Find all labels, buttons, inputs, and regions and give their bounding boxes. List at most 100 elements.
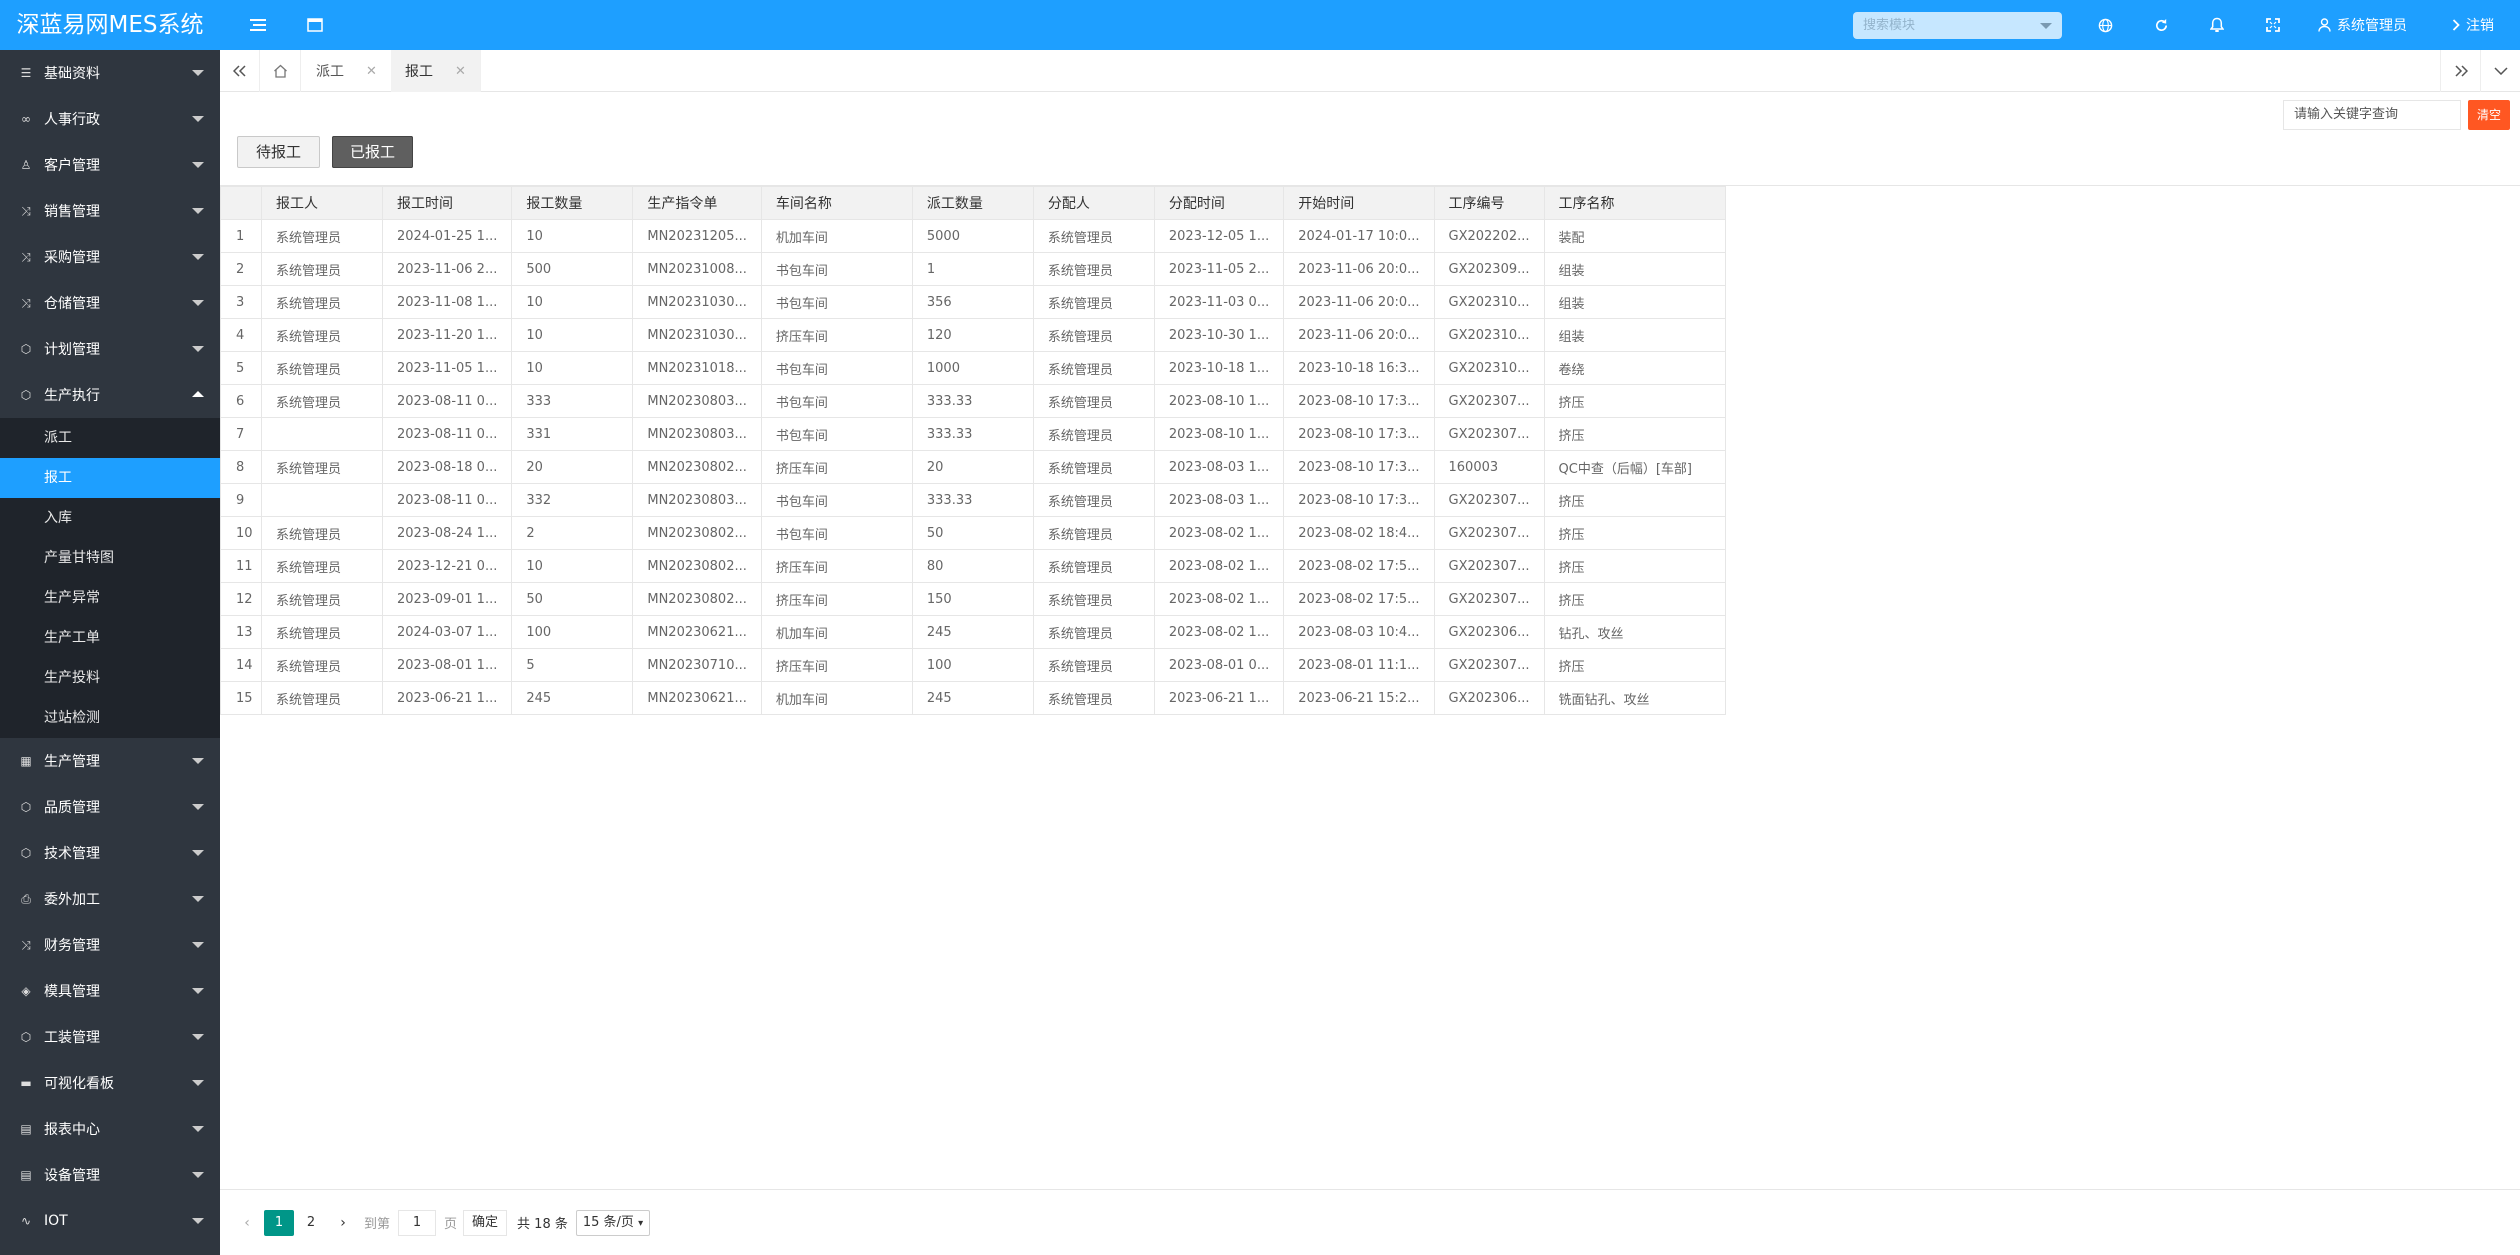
sidebar-item-mold[interactable]: ◈ 模具管理 [0,968,220,1014]
tab-dispatch[interactable]: 派工 ✕ [302,50,392,92]
table-cell: 书包车间 [760,285,913,319]
sidebar-item-basic-data[interactable]: ☰ 基础资料 [0,50,220,96]
sidebar-item-finance[interactable]: ⤨ 财务管理 [0,922,220,968]
globe-icon[interactable] [2094,0,2116,50]
table-row[interactable]: 11 系统管理员 2023-12-21 0... 10 MN20230802... 挤压车… [220,549,1726,583]
table-row[interactable]: 3 系统管理员 2023-11-08 1... 10 MN20231030... 书包车间… [220,285,1726,319]
table-row[interactable]: 1 系统管理员 2024-01-25 1... 10 MN20231205... 机加车间… [220,219,1726,253]
table-row[interactable]: 4 系统管理员 2023-11-20 1... 10 MN20231030... 挤压车间… [220,318,1726,352]
column-header[interactable]: 生产指令单 [632,186,762,220]
column-header[interactable]: 分配人 [1032,186,1155,220]
bell-icon[interactable] [2206,0,2228,50]
sidebar-item-warehouse[interactable]: ⤨ 仓储管理 [0,280,220,326]
sidebar-item-dashboard[interactable]: ▬ 可视化看板 [0,1060,220,1106]
tabs-scroll-right-icon[interactable] [2440,50,2480,92]
sidebar-subitem-exception[interactable]: 生产异常 [0,578,220,618]
table-row[interactable]: 15 系统管理员 2023-06-21 1... 245 MN20230621... 机加… [220,681,1726,715]
pending-report-button[interactable]: 待报工 [237,136,320,168]
sidebar-item-hr[interactable]: ∞ 人事行政 [0,96,220,142]
sidebar-item-label: 技术管理 [44,846,100,862]
table-row[interactable]: 2 系统管理员 2023-11-06 2... 500 MN20231008... 书包车… [220,252,1726,286]
sidebar-item-plan[interactable]: ⬡ 计划管理 [0,326,220,372]
sidebar-item-iot[interactable]: ∿ IOT [0,1198,220,1244]
sidebar-subitem-workorder[interactable]: 生产工单 [0,618,220,658]
sidebar-subitem-gantt[interactable]: 产量甘特图 [0,538,220,578]
user-menu[interactable]: 系统管理员 [2318,0,2407,50]
table-row[interactable]: 14 系统管理员 2023-08-01 1... 5 MN20230710... 挤压车间… [220,648,1726,682]
sidebar-item-tech[interactable]: ⬡ 技术管理 [0,830,220,876]
table-row[interactable]: 5 系统管理员 2023-11-05 1... 10 MN20231018... 书包车间… [220,351,1726,385]
table-cell: 挤压车间 [760,648,913,682]
sidebar-subitem-inspection[interactable]: 过站检测 [0,698,220,738]
table-row[interactable]: 7 2023-08-11 0... 331 MN20230803... 书包车间 333.… [220,417,1726,451]
column-header[interactable]: 报工时间 [381,186,513,220]
table-cell: 系统管理员 [261,252,383,286]
chevron-down-icon[interactable] [2480,50,2520,92]
table-cell: 挤压 [1543,384,1726,418]
column-header[interactable]: 车间名称 [760,186,913,220]
column-header[interactable]: 报工数量 [511,186,634,220]
table-cell: 5000 [911,219,1034,253]
table-cell: 10 [511,318,634,352]
column-header[interactable]: 报工人 [261,186,383,220]
list-icon: ☰ [20,66,32,80]
window-icon[interactable] [302,0,328,50]
home-icon[interactable] [261,50,301,92]
module-search-placeholder: 搜索模块 [1863,18,1916,33]
next-page-icon[interactable]: › [328,1210,358,1236]
sidebar-item-equipment[interactable]: ▤ 设备管理 [0,1152,220,1198]
menu-toggle-icon[interactable] [245,0,271,50]
column-header[interactable]: 工序编号 [1433,186,1545,220]
sidebar-item-sales[interactable]: ⤨ 销售管理 [0,188,220,234]
calendar-icon: ▦ [20,754,32,768]
table-row[interactable]: 13 系统管理员 2024-03-07 1... 100 MN20230621... 机加… [220,615,1726,649]
chevron-down-icon [192,850,204,856]
column-header[interactable]: 工序名称 [1543,186,1726,220]
sidebar-item-production-mgmt[interactable]: ▦ 生产管理 [0,738,220,784]
close-icon[interactable]: ✕ [455,64,466,79]
refresh-icon[interactable] [2150,0,2172,50]
column-header[interactable]: 开始时间 [1283,186,1435,220]
sidebar-item-production-exec[interactable]: ⬡ 生产执行 [0,372,220,418]
table-row[interactable]: 10 系统管理员 2023-08-24 1... 2 MN20230802... 书包车间… [220,516,1726,550]
table-cell: 挤压车间 [760,582,913,616]
close-icon[interactable]: ✕ [366,64,377,79]
sidebar-subitem-dispatch[interactable]: 派工 [0,418,220,458]
sidebar-item-purchase[interactable]: ⤨ 采购管理 [0,234,220,280]
keyword-search-input[interactable]: 请输入关键字查询 [2283,100,2461,130]
fullscreen-icon[interactable] [2262,0,2284,50]
table-row[interactable]: 12 系统管理员 2023-09-01 1... 50 MN20230802... 挤压车… [220,582,1726,616]
table-cell: 10 [511,549,634,583]
sidebar-item-outsource[interactable]: ⎙ 委外加工 [0,876,220,922]
page-button-current[interactable]: 1 [264,1209,294,1236]
module-search-select[interactable]: 搜索模块 [1853,12,2062,39]
sidebar-subitem-feeding[interactable]: 生产投料 [0,658,220,698]
page-button[interactable]: 2 [296,1210,326,1236]
tabs-scroll-left-icon[interactable] [220,50,260,92]
table-cell: 100 [511,615,634,649]
clear-button[interactable]: 清空 [2468,100,2510,130]
table-row[interactable]: 8 系统管理员 2023-08-18 0... 20 MN20230802... 挤压车间… [220,450,1726,484]
column-header[interactable]: 分配时间 [1153,186,1285,220]
table-row[interactable]: 6 系统管理员 2023-08-11 0... 333 MN20230803... 书包车… [220,384,1726,418]
sidebar-item-quality[interactable]: ⬡ 品质管理 [0,784,220,830]
sidebar-item-fixture[interactable]: ⬡ 工装管理 [0,1014,220,1060]
reported-button[interactable]: 已报工 [332,136,413,168]
tab-report[interactable]: 报工 ✕ [391,50,481,92]
table-cell: GX202309... [1433,252,1545,286]
sidebar-item-reports[interactable]: ▤ 报表中心 [0,1106,220,1152]
table-cell: GX202307... [1433,417,1545,451]
goto-page-input[interactable]: 1 [398,1209,437,1236]
sidebar-item-customer[interactable]: ♙ 客户管理 [0,142,220,188]
table-cell: 331 [511,417,634,451]
sidebar-item-label: 财务管理 [44,938,100,954]
prev-page-icon[interactable]: ‹ [232,1210,262,1236]
column-header[interactable]: 派工数量 [911,186,1034,220]
table-cell: GX202307... [1433,516,1545,550]
sidebar-subitem-stockin[interactable]: 入库 [0,498,220,538]
sidebar-subitem-report[interactable]: 报工 [0,458,220,498]
logout-button[interactable]: 注销 [2452,0,2494,50]
goto-confirm-button[interactable]: 确定 [463,1209,508,1236]
table-row[interactable]: 9 2023-08-11 0... 332 MN20230803... 书包车间 333.… [220,483,1726,517]
page-size-select[interactable]: 15 条/页 ▾ [575,1209,651,1236]
